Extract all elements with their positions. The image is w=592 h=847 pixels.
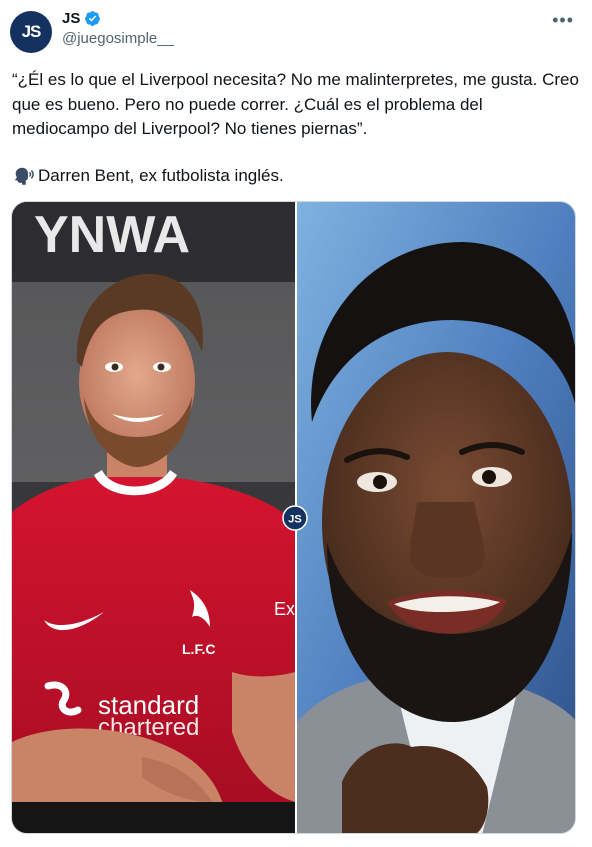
avatar-logo-text: JS: [21, 22, 42, 41]
media-collage: YNWA L.F.C standard chartered Ex JS: [12, 202, 575, 833]
tweet-attribution-line: Darren Bent, ex futbolista inglés.: [12, 164, 582, 189]
tweet-quote: “¿Él es lo que el Liverpool necesita? No…: [12, 70, 579, 138]
display-name[interactable]: JS: [62, 10, 80, 27]
watermark-text: JS: [288, 514, 301, 526]
crest-text: L.F.C: [182, 641, 215, 657]
author-info: JS @juegosimple__: [62, 10, 174, 47]
more-options-icon[interactable]: •••: [552, 10, 574, 31]
speaking-head-icon: [14, 167, 34, 185]
name-row: JS: [62, 10, 174, 27]
tweet: JS JS @juegosimple__ ••• “¿Él es lo que …: [0, 0, 592, 847]
right-photo: [297, 202, 575, 833]
avatar[interactable]: JS: [10, 11, 52, 53]
left-photo: YNWA L.F.C standard chartered Ex: [12, 202, 295, 833]
tweet-media-image[interactable]: YNWA L.F.C standard chartered Ex JS: [11, 201, 576, 834]
js-watermark-badge: JS: [282, 505, 308, 531]
handle[interactable]: @juegosimple__: [62, 30, 174, 47]
ynwa-background-text: YNWA: [34, 206, 190, 264]
sleeve-text: Ex: [274, 599, 295, 619]
attribution-text: Darren Bent, ex futbolista inglés.: [38, 165, 284, 185]
verified-badge-icon: [85, 11, 101, 26]
tweet-body: “¿Él es lo que el Liverpool necesita? No…: [12, 68, 582, 188]
